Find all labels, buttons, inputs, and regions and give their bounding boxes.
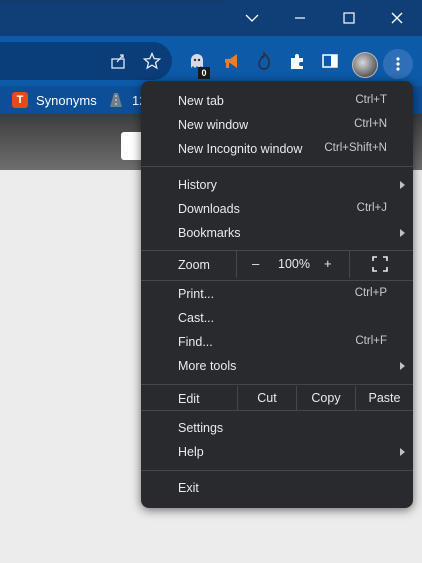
menu-item-help[interactable]: Help bbox=[141, 440, 413, 464]
flame-extension-button[interactable] bbox=[253, 50, 275, 72]
menu-item-more-tools[interactable]: More tools bbox=[141, 354, 413, 378]
menu-item-shortcut: Ctrl+N bbox=[354, 118, 387, 130]
zoom-row: Zoom – 100% + bbox=[141, 250, 413, 278]
minimize-icon bbox=[295, 17, 305, 19]
extension-badge: 0 bbox=[198, 67, 210, 79]
menu-item-label: New window bbox=[178, 118, 249, 132]
bookmark-star-button[interactable] bbox=[141, 50, 163, 72]
zoom-label: Zoom bbox=[178, 258, 210, 272]
bookmark-label: Synonyms bbox=[36, 92, 97, 108]
fullscreen-icon[interactable] bbox=[372, 256, 388, 272]
profile-avatar[interactable] bbox=[352, 52, 378, 78]
menu-item-history[interactable]: History bbox=[141, 173, 413, 197]
menu-item-bookmarks[interactable]: Bookmarks bbox=[141, 221, 413, 245]
submenu-arrow-icon bbox=[400, 448, 405, 456]
menu-item-label: Downloads bbox=[178, 202, 240, 216]
menu-item-print[interactable]: Print... Ctrl+P bbox=[141, 282, 413, 306]
zoom-divider bbox=[236, 250, 237, 278]
road-favicon-icon bbox=[110, 93, 122, 107]
menu-item-shortcut: Ctrl+T bbox=[355, 94, 387, 106]
zoom-divider bbox=[349, 250, 350, 278]
menu-item-settings[interactable]: Settings bbox=[141, 416, 413, 440]
maximize-icon bbox=[343, 12, 355, 24]
menu-item-label: More tools bbox=[178, 359, 237, 373]
menu-separator bbox=[141, 384, 413, 385]
kebab-menu-icon bbox=[396, 57, 400, 71]
address-bar[interactable] bbox=[0, 42, 172, 80]
menu-item-label: Help bbox=[178, 445, 204, 459]
tab-search-button[interactable] bbox=[239, 6, 265, 30]
paste-button[interactable]: Paste bbox=[356, 386, 413, 410]
menu-item-label: Bookmarks bbox=[178, 226, 241, 240]
title-bar bbox=[0, 0, 422, 36]
megaphone-icon bbox=[225, 54, 237, 68]
maximize-button[interactable] bbox=[336, 6, 362, 30]
edit-row: Edit Cut Copy Paste bbox=[141, 386, 413, 410]
menu-item-label: Settings bbox=[178, 421, 224, 435]
menu-separator bbox=[141, 280, 413, 281]
menu-separator bbox=[141, 166, 413, 167]
flame-icon bbox=[258, 52, 270, 70]
share-icon bbox=[111, 54, 125, 69]
menu-item-label: History bbox=[178, 178, 217, 192]
menu-item-label: Find... bbox=[178, 335, 213, 349]
zoom-out-button[interactable]: – bbox=[252, 256, 259, 271]
menu-item-new-incognito-window[interactable]: New Incognito window Ctrl+Shift+N bbox=[141, 137, 413, 161]
menu-item-new-tab[interactable]: New tab Ctrl+T bbox=[141, 89, 413, 113]
share-button[interactable] bbox=[108, 50, 130, 72]
zoom-value: 100% bbox=[278, 257, 310, 271]
menu-item-shortcut: Ctrl+F bbox=[355, 335, 387, 347]
edit-label: Edit bbox=[178, 392, 200, 406]
star-icon bbox=[143, 52, 161, 70]
menu-item-shortcut: Ctrl+P bbox=[354, 287, 387, 299]
menu-item-label: Cast... bbox=[178, 311, 215, 325]
chevron-down-icon bbox=[245, 14, 259, 22]
cut-button[interactable]: Cut bbox=[238, 386, 296, 410]
submenu-arrow-icon bbox=[400, 362, 405, 370]
menu-separator bbox=[141, 470, 413, 471]
minimize-button[interactable] bbox=[287, 6, 313, 30]
menu-item-shortcut: Ctrl+J bbox=[356, 202, 387, 214]
zoom-in-button[interactable]: + bbox=[324, 256, 332, 271]
menu-item-new-window[interactable]: New window Ctrl+N bbox=[141, 113, 413, 137]
submenu-arrow-icon bbox=[400, 229, 405, 237]
menu-item-label: Print... bbox=[178, 287, 215, 301]
synonyms-favicon-icon: T bbox=[12, 92, 28, 108]
chrome-main-menu: New tab Ctrl+T New window Ctrl+N New Inc… bbox=[141, 81, 413, 508]
close-button[interactable] bbox=[384, 6, 410, 30]
side-panel-icon bbox=[322, 54, 338, 68]
menu-item-exit[interactable]: Exit bbox=[141, 476, 413, 500]
extensions-button[interactable] bbox=[286, 50, 308, 72]
menu-item-shortcut: Ctrl+Shift+N bbox=[324, 142, 387, 154]
menu-item-label: New Incognito window bbox=[178, 142, 303, 156]
chrome-menu-button[interactable] bbox=[383, 49, 413, 79]
menu-item-downloads[interactable]: Downloads Ctrl+J bbox=[141, 197, 413, 221]
close-icon bbox=[391, 12, 403, 24]
menu-item-find[interactable]: Find... Ctrl+F bbox=[141, 330, 413, 354]
copy-button[interactable]: Copy bbox=[297, 386, 355, 410]
menu-item-label: Exit bbox=[178, 481, 199, 495]
megaphone-extension-button[interactable] bbox=[220, 50, 242, 72]
bookmark-synonyms[interactable]: T Synonyms bbox=[12, 92, 97, 108]
menu-item-label: New tab bbox=[178, 94, 224, 108]
menu-item-cast[interactable]: Cast... bbox=[141, 306, 413, 330]
submenu-arrow-icon bbox=[400, 181, 405, 189]
menu-separator bbox=[141, 410, 413, 411]
tab-strip bbox=[0, 0, 226, 4]
puzzle-icon bbox=[291, 54, 303, 69]
side-panel-button[interactable] bbox=[319, 50, 341, 72]
